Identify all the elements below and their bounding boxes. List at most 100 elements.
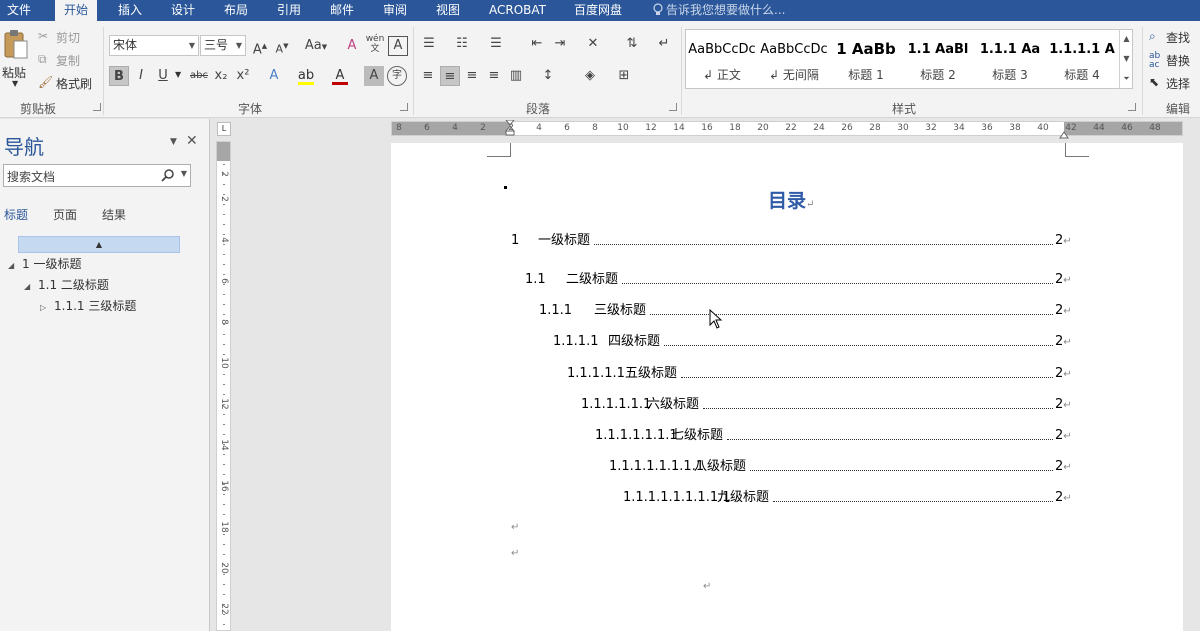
show-marks-icon[interactable]: ↵ bbox=[654, 34, 674, 54]
ruler-number: 2 bbox=[508, 123, 514, 133]
scroll-up-icon[interactable]: ▲ bbox=[1120, 29, 1133, 49]
toc-entry[interactable]: 1.1.1.1 四级标题 2↵ bbox=[553, 333, 1072, 351]
nav-tab-pages[interactable]: 页面 bbox=[53, 206, 77, 223]
tab-mailings[interactable]: 邮件 bbox=[330, 0, 354, 21]
style-heading-2[interactable]: 1.1 AaBl 标题 2 bbox=[902, 30, 974, 88]
scroll-down-icon[interactable]: ▼ bbox=[1120, 49, 1133, 69]
nav-heading-item[interactable]: ▷ 1.1.1 三级标题 bbox=[40, 297, 136, 314]
copy-button[interactable]: ⧉ 复制 bbox=[38, 52, 88, 70]
nav-heading-item[interactable]: ◢ 1 一级标题 bbox=[8, 255, 81, 272]
clipboard-launcher-icon[interactable] bbox=[93, 103, 101, 111]
expanded-icon[interactable]: ◢ bbox=[8, 261, 22, 270]
more-styles-icon[interactable]: ⏷ bbox=[1120, 69, 1133, 89]
italic-button[interactable]: I bbox=[131, 66, 151, 86]
nav-tab-results[interactable]: 结果 bbox=[102, 206, 126, 223]
text-effects-icon[interactable]: A bbox=[264, 66, 284, 86]
align-center-icon[interactable]: ≡ bbox=[440, 66, 460, 86]
clear-format-icon[interactable]: A bbox=[342, 36, 362, 56]
multilevel-list-icon[interactable]: ☰ bbox=[486, 34, 506, 54]
line-spacing-icon[interactable]: ↕ bbox=[538, 66, 558, 86]
font-color-icon[interactable]: A bbox=[330, 66, 350, 86]
nav-heading-item[interactable]: ◢ 1.1 二级标题 bbox=[24, 276, 109, 293]
style-heading-4[interactable]: 1.1.1.1 A 标题 4 bbox=[1046, 30, 1118, 88]
sort-icon[interactable]: ⇅ bbox=[622, 34, 642, 54]
styles-launcher-icon[interactable] bbox=[1128, 103, 1136, 111]
shrink-font-button[interactable]: A▼ bbox=[272, 36, 292, 56]
toc-entry[interactable]: 1.1 二级标题 2↵ bbox=[525, 271, 1072, 289]
tab-insert[interactable]: 插入 bbox=[118, 0, 142, 21]
toc-entry[interactable]: 1.1.1.1.1.1.1.1.1 九级标题 2↵ bbox=[623, 489, 1072, 507]
font-launcher-icon[interactable] bbox=[400, 103, 408, 111]
tab-layout[interactable]: 布局 bbox=[224, 0, 248, 21]
nav-search-input[interactable]: 搜索文档 ▼ bbox=[3, 164, 191, 187]
style-normal[interactable]: AaBbCcDc ↲ 正文 bbox=[686, 30, 758, 88]
character-border-button[interactable]: A bbox=[388, 36, 408, 56]
tab-design[interactable]: 设计 bbox=[171, 0, 195, 21]
underline-button[interactable]: U bbox=[153, 66, 173, 86]
find-button[interactable]: ⌕ 查找 bbox=[1149, 29, 1199, 47]
cut-button[interactable]: ✂ 剪切 bbox=[38, 29, 88, 47]
paint-bucket-icon[interactable]: ◈ bbox=[580, 66, 600, 86]
superscript-button[interactable]: x² bbox=[233, 66, 253, 86]
close-icon[interactable]: ✕ bbox=[186, 133, 198, 149]
highlight-icon[interactable]: ab bbox=[296, 66, 316, 86]
numbering-icon[interactable]: ☷ bbox=[452, 34, 472, 54]
style-heading-1[interactable]: 1 AaBb 标题 1 bbox=[830, 30, 902, 88]
bullets-icon[interactable]: ☰ bbox=[419, 34, 439, 54]
paste-button[interactable]: 粘贴 ▼ bbox=[2, 29, 30, 91]
distributed-icon[interactable]: ▥ bbox=[506, 66, 526, 86]
tab-acrobat[interactable]: ACROBAT bbox=[489, 0, 546, 21]
select-button[interactable]: ⬉ 选择 bbox=[1149, 75, 1199, 93]
align-left-icon[interactable]: ≡ bbox=[418, 66, 438, 86]
collapse-all-button[interactable]: ▲ bbox=[18, 236, 180, 253]
increase-indent-icon[interactable]: ⇥ bbox=[550, 34, 570, 54]
nav-tab-headings[interactable]: 标题 bbox=[4, 206, 28, 223]
align-right-icon[interactable]: ≡ bbox=[462, 66, 482, 86]
nav-options-icon[interactable]: ▼ bbox=[170, 137, 177, 147]
grow-font-button[interactable]: A▲ bbox=[250, 36, 270, 57]
toc-entry[interactable]: 1.1.1 三级标题 2↵ bbox=[539, 302, 1072, 320]
chinese-layout-icon[interactable]: ✕ bbox=[583, 34, 603, 54]
tab-selector-icon[interactable]: L bbox=[217, 122, 231, 136]
borders-icon[interactable]: ⊞ bbox=[614, 66, 634, 86]
ruler-tick bbox=[223, 454, 225, 455]
collapsed-icon[interactable]: ▷ bbox=[40, 303, 54, 312]
strikethrough-button[interactable]: abc bbox=[187, 66, 211, 86]
tab-file[interactable]: 文件 bbox=[7, 0, 31, 21]
underline-dropdown-icon[interactable]: ▼ bbox=[175, 70, 181, 79]
search-icon[interactable] bbox=[161, 168, 175, 182]
subscript-button[interactable]: x₂ bbox=[211, 66, 231, 86]
vertical-ruler[interactable]: 2246810121416182022 bbox=[216, 141, 231, 631]
tab-review[interactable]: 审阅 bbox=[383, 0, 407, 21]
toc-entry[interactable]: 1 一级标题 2↵ bbox=[511, 232, 1072, 250]
replace-button[interactable]: ab ac 替换 bbox=[1149, 52, 1199, 70]
horizontal-ruler[interactable]: 8 6 4 2 2 4 6 8 10 12 14 16 18 20 22 24 26 28 30 32 34 36 38 40… bbox=[391, 119, 1183, 139]
character-shading-icon[interactable]: A bbox=[364, 66, 384, 86]
paste-dropdown-icon[interactable]: ▼ bbox=[12, 79, 18, 88]
toc-entry[interactable]: 1.1.1.1.1.1.1 七级标题 2↵ bbox=[595, 427, 1072, 445]
toc-entry[interactable]: 1.1.1.1.1 五级标题 2↵ bbox=[567, 365, 1072, 383]
document-page[interactable]: 目录↵ 1 一级标题 2↵ 1.1 二级标题 2↵ 1.1.1 三级标题 2↵ 1.1.1.1 四级… bbox=[391, 143, 1183, 631]
tab-view[interactable]: 视图 bbox=[436, 0, 460, 21]
enclose-characters-icon[interactable]: 字 bbox=[387, 66, 407, 86]
style-no-spacing[interactable]: AaBbCcDc ↲ 无间隔 bbox=[758, 30, 830, 88]
change-case-button[interactable]: Aa▼ bbox=[301, 36, 331, 56]
tab-references[interactable]: 引用 bbox=[277, 0, 301, 21]
format-painter-button[interactable]: 🖌 格式刷 bbox=[38, 75, 98, 93]
bold-button[interactable]: B bbox=[109, 66, 129, 86]
tell-me-box[interactable]: 告诉我您想要做什么... bbox=[652, 0, 785, 21]
expanded-icon[interactable]: ◢ bbox=[24, 282, 38, 291]
toc-entry[interactable]: 1.1.1.1.1.1 六级标题 2↵ bbox=[581, 396, 1072, 414]
chevron-down-icon[interactable]: ▼ bbox=[181, 169, 187, 178]
font-name-combo[interactable]: 宋体 ▼ bbox=[109, 35, 199, 56]
toc-entry[interactable]: 1.1.1.1.1.1.1.1 八级标题 2↵ bbox=[609, 458, 1072, 476]
tab-baidu[interactable]: 百度网盘 bbox=[574, 0, 622, 21]
font-size-combo[interactable]: 三号 ▼ bbox=[200, 35, 246, 56]
ruler-tick bbox=[223, 534, 225, 535]
paragraph-launcher-icon[interactable] bbox=[669, 103, 677, 111]
tab-home[interactable]: 开始 bbox=[55, 0, 98, 22]
style-heading-3[interactable]: 1.1.1 Aa 标题 3 bbox=[974, 30, 1046, 88]
justify-icon[interactable]: ≡ bbox=[484, 66, 504, 86]
phonetic-guide-button[interactable]: wén 文 bbox=[365, 34, 385, 54]
decrease-indent-icon[interactable]: ⇤ bbox=[527, 34, 547, 54]
